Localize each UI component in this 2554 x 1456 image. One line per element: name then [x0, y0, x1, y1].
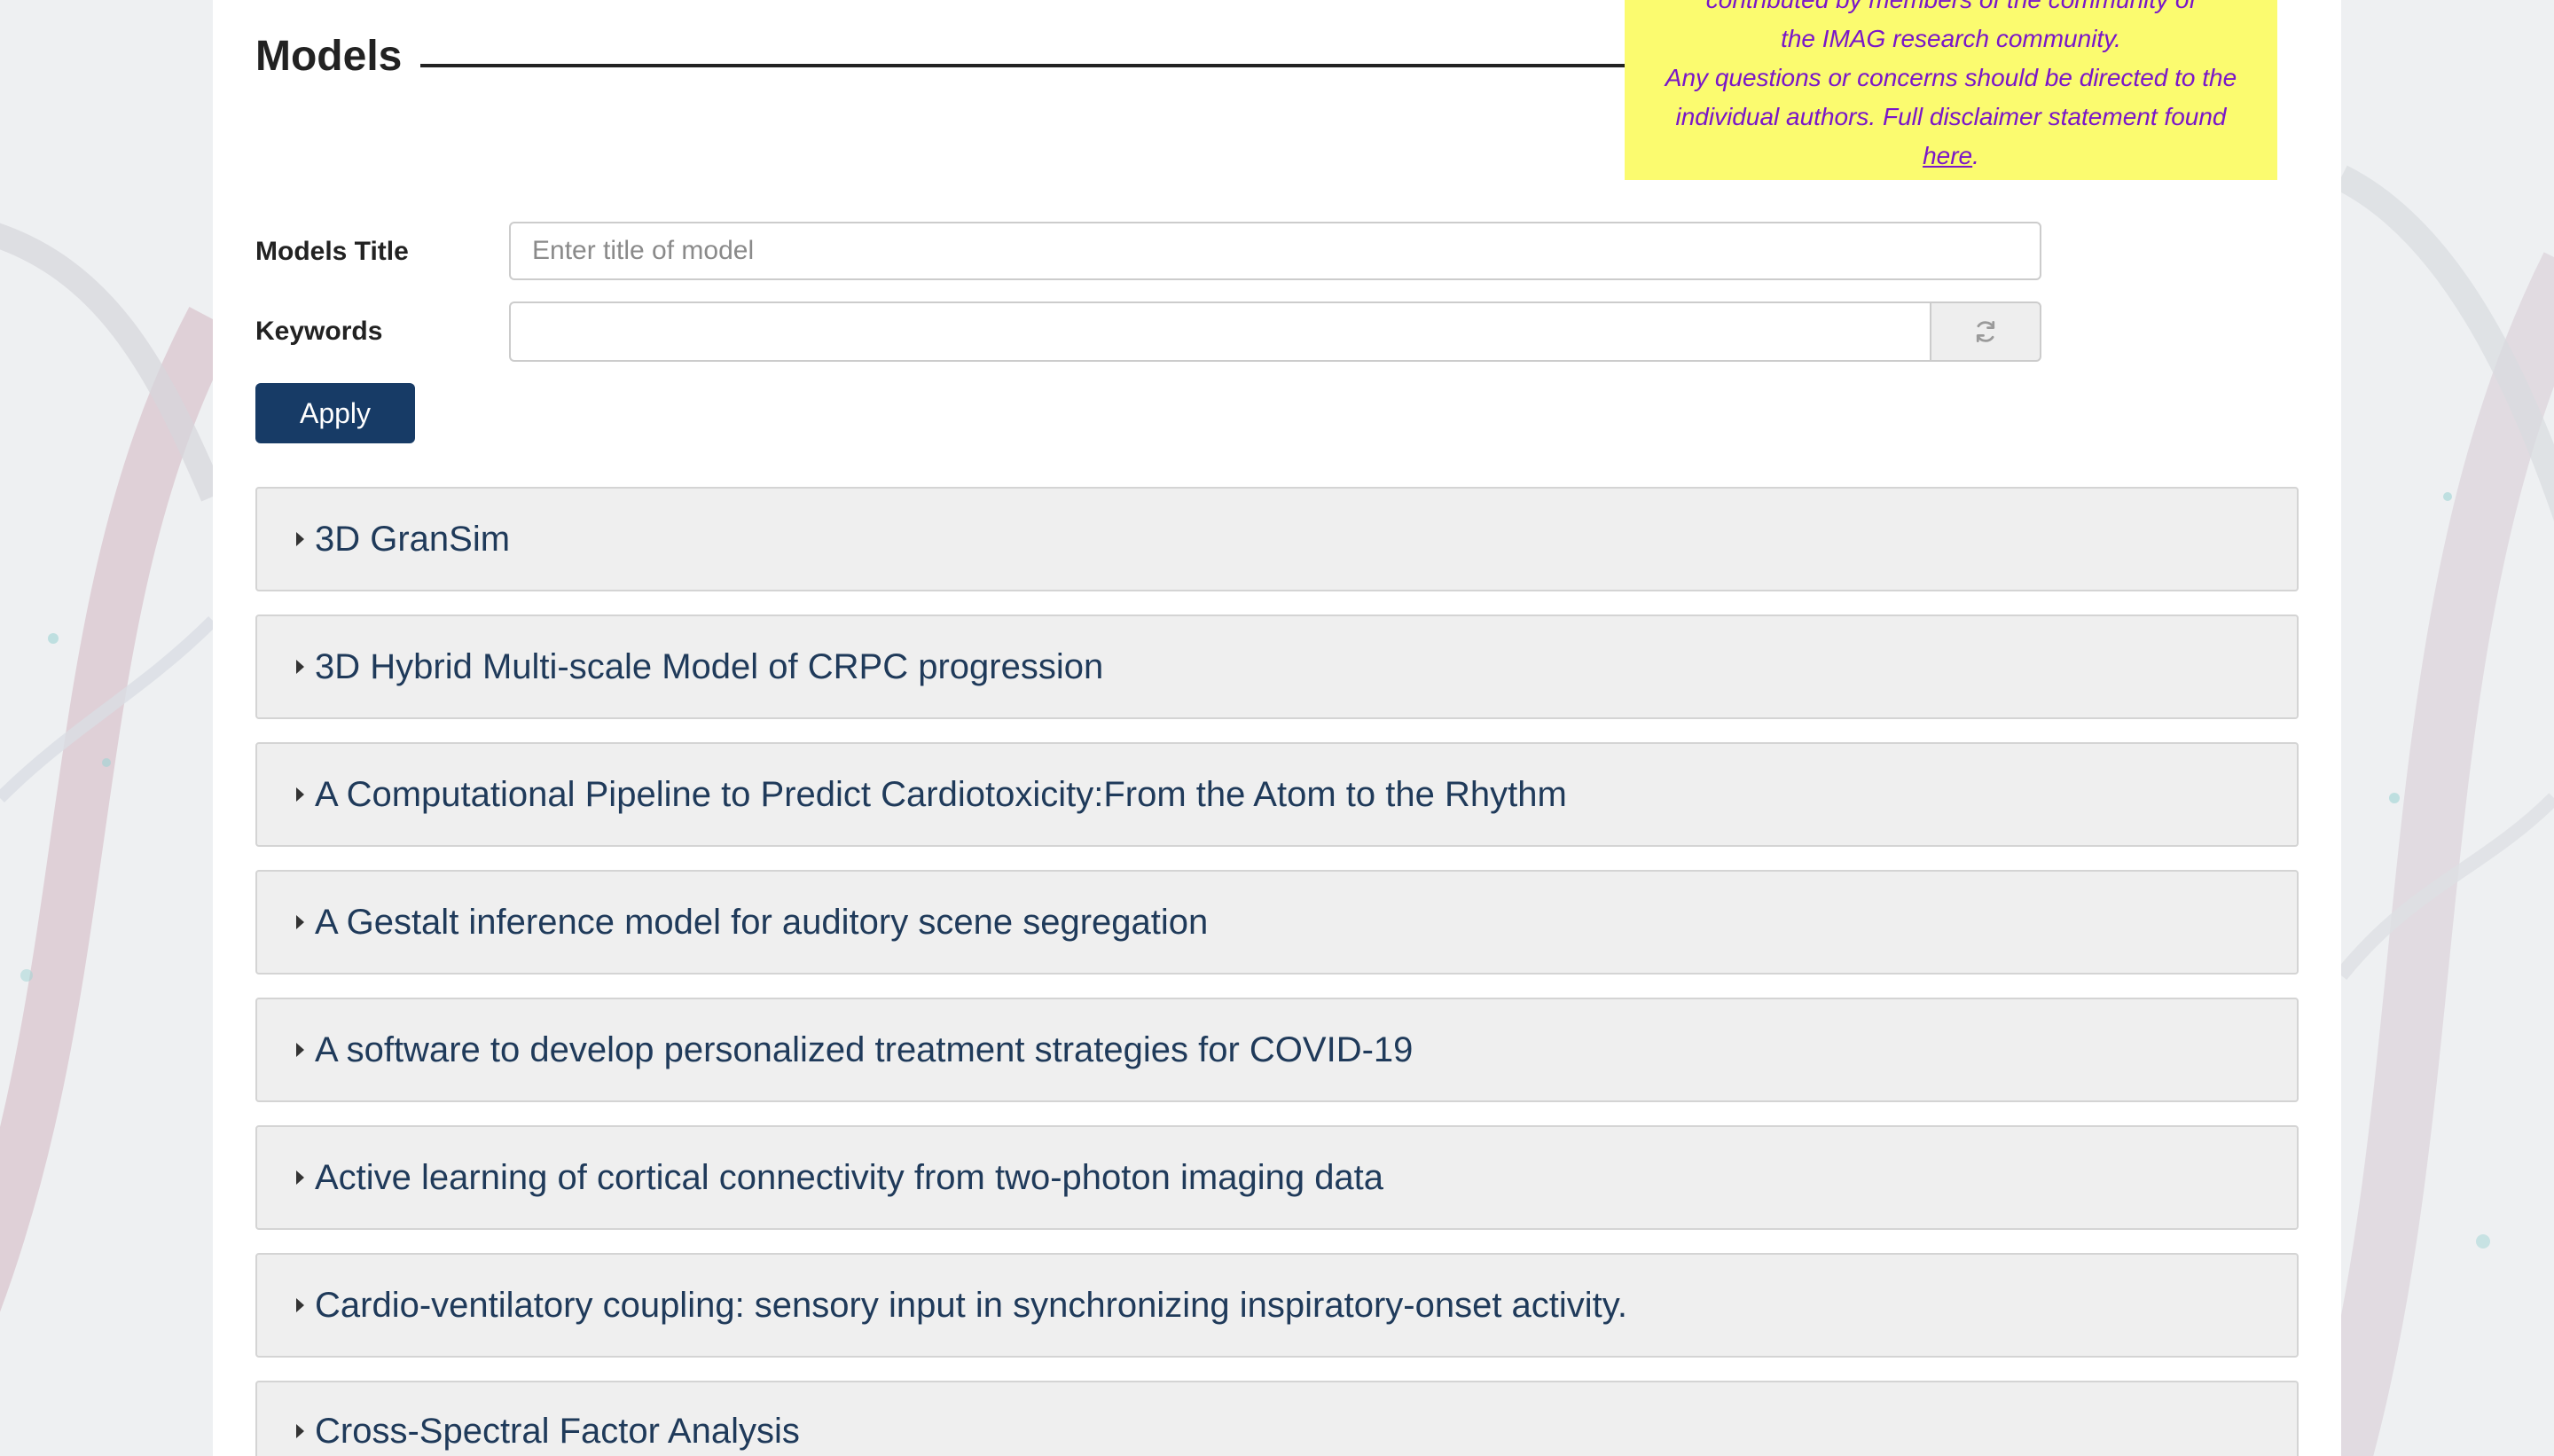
accordion-item-title: A software to develop personalized treat… [315, 1030, 1414, 1069]
accordion-item-title: A Gestalt inference model for auditory s… [315, 903, 1209, 942]
disclaimer-line: here. [1625, 137, 2277, 176]
title-divider [420, 64, 1797, 67]
accordion-item-title: Cross-Spectral Factor Analysis [315, 1412, 800, 1451]
refresh-button[interactable] [1930, 301, 2041, 362]
apply-button[interactable]: Apply [255, 383, 415, 443]
keywords-field [509, 301, 2041, 362]
disclaimer-box: contributed by members of the community … [1625, 0, 2277, 180]
accordion-item[interactable]: Cross-Spectral Factor Analysis [255, 1381, 2299, 1456]
caret-right-icon [296, 915, 304, 929]
accordion-item[interactable]: A Computational Pipeline to Predict Card… [255, 742, 2299, 847]
caret-right-icon [296, 1170, 304, 1185]
models-title-label: Models Title [255, 237, 409, 266]
accordion-item-title: A Computational Pipeline to Predict Card… [315, 775, 1567, 814]
accordion-item[interactable]: 3D Hybrid Multi-scale Model of CRPC prog… [255, 614, 2299, 719]
caret-right-icon [296, 1424, 304, 1438]
caret-right-icon [296, 660, 304, 674]
accordion-item[interactable]: A Gestalt inference model for auditory s… [255, 870, 2299, 975]
models-title-input[interactable] [509, 222, 2041, 280]
accordion-item-title: Cardio-ventilatory coupling: sensory inp… [315, 1286, 1627, 1325]
refresh-icon [1972, 318, 1999, 345]
accordion-item[interactable]: 3D GranSim [255, 487, 2299, 591]
caret-right-icon [296, 1298, 304, 1312]
caret-right-icon [296, 532, 304, 546]
keywords-input[interactable] [509, 301, 1930, 362]
accordion-item-title: Active learning of cortical connectivity… [315, 1158, 1384, 1197]
disclaimer-suffix: . [1972, 142, 1979, 169]
page-title: Models [255, 33, 403, 80]
disclaimer-line: Any questions or concerns should be dire… [1665, 64, 2237, 91]
accordion-item-title: 3D GranSim [315, 520, 511, 559]
disclaimer-line: individual authors. Full disclaimer stat… [1675, 103, 2227, 130]
accordion-item[interactable]: Active learning of cortical connectivity… [255, 1125, 2299, 1230]
disclaimer-line: the IMAG research community. [1781, 25, 2121, 52]
caret-right-icon [296, 1043, 304, 1057]
disclaimer-line: contributed by members of the community … [1625, 0, 2277, 20]
keywords-label: Keywords [255, 317, 383, 346]
main-content: Models contributed by members of the com… [213, 0, 2341, 1456]
disclaimer-link[interactable]: here [1923, 142, 1972, 169]
accordion-item[interactable]: A software to develop personalized treat… [255, 998, 2299, 1102]
caret-right-icon [296, 787, 304, 802]
accordion-item[interactable]: Cardio-ventilatory coupling: sensory inp… [255, 1253, 2299, 1358]
accordion-item-title: 3D Hybrid Multi-scale Model of CRPC prog… [315, 647, 1104, 686]
